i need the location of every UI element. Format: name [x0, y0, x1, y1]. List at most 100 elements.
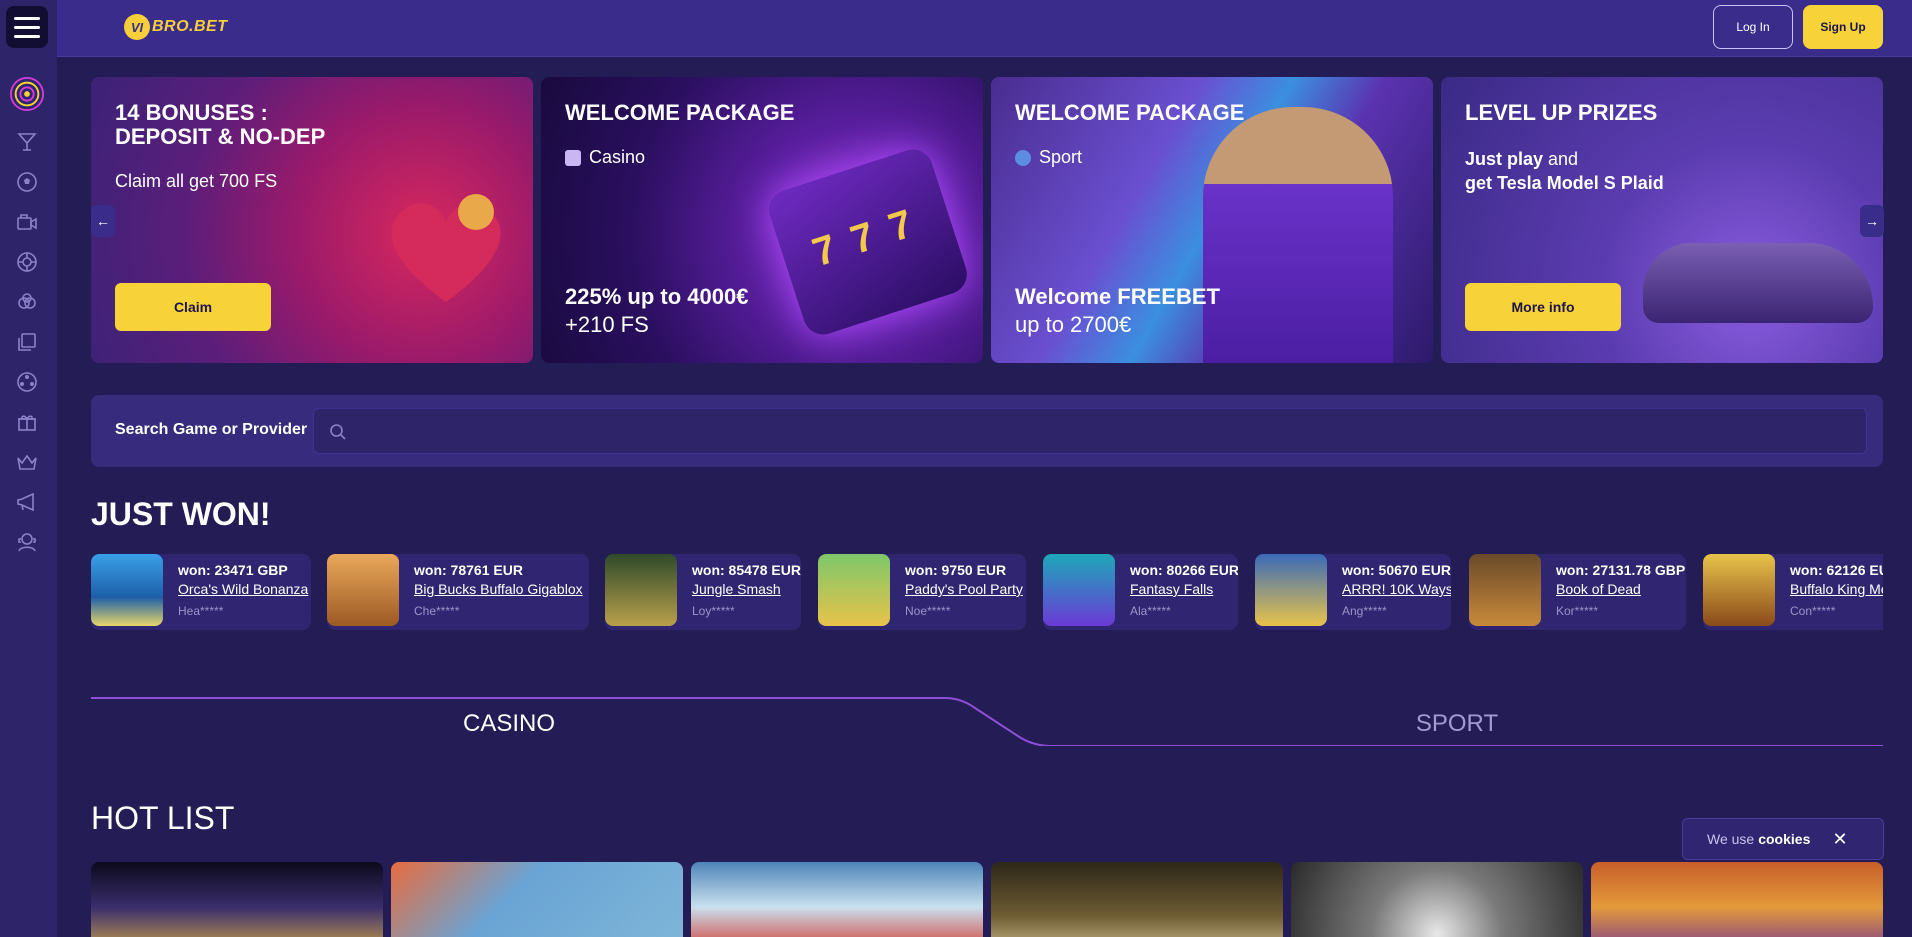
hot-game-card[interactable] — [991, 862, 1283, 937]
car-illustration — [1643, 243, 1873, 323]
vibro-bet-logo[interactable]: VI BRO.BET — [124, 13, 228, 41]
won-game-link[interactable]: Paddy's Pool Party — [905, 581, 1023, 597]
won-card[interactable]: won: 27131.78 GBP Book of Dead Kor***** — [1469, 554, 1686, 630]
hot-list-title: HOT LIST — [91, 800, 235, 836]
won-card[interactable]: won: 50670 EUR ARRR! 10K Ways Ang***** — [1255, 554, 1451, 630]
cookie-text: We use — [1707, 831, 1755, 847]
tv-camera-icon-graphic — [17, 214, 37, 230]
won-user: Kor***** — [1556, 604, 1599, 618]
cookie-link[interactable]: cookies — [1758, 831, 1810, 847]
hot-game-card[interactable] — [1291, 862, 1583, 937]
carousel-prev-button[interactable]: ← — [91, 205, 115, 237]
game-thumbnail — [91, 554, 163, 626]
banner-tag-label: Sport — [1039, 147, 1083, 167]
banner-subtitle: Just play and get Tesla Model S Plaid — [1465, 147, 1664, 195]
banner-welcome-sport[interactable]: WELCOME PACKAGE Sport Welcome FREEBET up… — [991, 77, 1433, 363]
banner-offer: Welcome FREEBET up to 2700€ — [1015, 283, 1220, 339]
menu-line — [14, 16, 40, 20]
megaphone-icon-graphic — [17, 492, 34, 512]
search-section: Search Game or Provider — [91, 395, 1883, 467]
game-thumbnail — [1469, 554, 1541, 626]
heart-illustration — [391, 194, 501, 302]
banner-offer-line: +210 FS — [565, 312, 649, 337]
game-thumbnail — [1703, 554, 1775, 626]
casino-sport-tabs: CASINO SPORT — [91, 690, 1883, 746]
won-card[interactable]: won: 78761 EUR Big Bucks Buffalo Gigablo… — [327, 554, 589, 630]
won-game-link[interactable]: Orca's Wild Bonanza — [178, 581, 308, 597]
banner-title: WELCOME PACKAGE — [565, 100, 795, 125]
carousel-next-button[interactable]: → — [1860, 205, 1884, 237]
won-game-link[interactable]: Jungle Smash — [692, 581, 781, 597]
won-game-link[interactable]: ARRR! 10K Ways — [1342, 581, 1451, 597]
hamburger-menu-button[interactable] — [6, 6, 48, 48]
won-game-link[interactable]: Big Bucks Buffalo Gigablox — [414, 581, 583, 597]
football-player-illustration — [1203, 107, 1393, 363]
cocktail-icon[interactable] — [9, 124, 45, 160]
roulette-icon-graphic — [17, 252, 37, 272]
won-user: Con***** — [1790, 604, 1836, 618]
wheel-icon[interactable] — [9, 364, 45, 400]
hot-game-card[interactable] — [1591, 862, 1883, 937]
banner-level-up[interactable]: LEVEL UP PRIZES Just play and get Tesla … — [1441, 77, 1883, 363]
layers-icon[interactable] — [9, 324, 45, 360]
won-amount: won: 50670 EUR — [1342, 562, 1451, 578]
close-icon[interactable]: ✕ — [1831, 830, 1849, 848]
won-card[interactable]: won: 23471 GBP Orca's Wild Bonanza Hea**… — [91, 554, 311, 630]
banner-subtitle-rest: and — [1543, 149, 1579, 169]
won-amount: won: 85478 EUR — [692, 562, 801, 578]
hot-game-card[interactable] — [391, 862, 683, 937]
won-user: Hea***** — [178, 604, 224, 618]
won-amount: won: 23471 GBP — [178, 562, 288, 578]
won-game-link[interactable]: Book of Dead — [1556, 581, 1641, 597]
banner-welcome-casino[interactable]: 777 WELCOME PACKAGE Casino 225% up to 40… — [541, 77, 983, 363]
roulette-icon[interactable] — [9, 244, 45, 280]
search-icon — [330, 424, 346, 440]
support-icon-graphic — [18, 533, 36, 552]
megaphone-icon[interactable] — [9, 484, 45, 520]
banner-tag: Sport — [1015, 147, 1082, 168]
banner-bonuses[interactable]: 14 BONUSES : DEPOSIT & NO-DEP Claim all … — [91, 77, 533, 363]
banner-title: WELCOME PACKAGE — [1015, 100, 1245, 125]
hot-game-card[interactable] — [91, 862, 383, 937]
hot-game-card[interactable] — [691, 862, 983, 937]
slot-machine-illustration: 777 — [763, 144, 973, 340]
claim-button[interactable]: Claim — [115, 283, 271, 331]
crown-icon[interactable] — [9, 444, 45, 480]
won-card[interactable]: won: 62126 EUR Buffalo King Megaways Con… — [1703, 554, 1883, 630]
tv-camera-icon[interactable] — [9, 204, 45, 240]
gift-icon-graphic — [18, 415, 36, 431]
target-icon[interactable] — [9, 76, 45, 112]
search-input[interactable] — [313, 408, 1867, 454]
soccer-ball-icon[interactable] — [9, 164, 45, 200]
banner-offer-line: up to 2700€ — [1015, 312, 1132, 337]
support-icon[interactable] — [9, 524, 45, 560]
cards-icon[interactable] — [9, 284, 45, 320]
tab-casino[interactable]: CASINO — [91, 710, 927, 738]
banner-subtitle-line: Just play and — [1465, 147, 1664, 171]
gift-icon[interactable] — [9, 404, 45, 440]
won-game-link[interactable]: Fantasy Falls — [1130, 581, 1213, 597]
won-card[interactable]: won: 80266 EUR Fantasy Falls Ala***** — [1043, 554, 1238, 630]
banner-title-line: DEPOSIT & NO-DEP — [115, 124, 326, 149]
banner-title: 14 BONUSES : DEPOSIT & NO-DEP — [115, 101, 325, 149]
tab-sport[interactable]: SPORT — [1031, 710, 1883, 738]
won-card[interactable]: won: 9750 EUR Paddy's Pool Party Noe****… — [818, 554, 1026, 630]
top-header: VI BRO.BET Log In Sign Up — [57, 0, 1912, 57]
login-button[interactable]: Log In — [1713, 5, 1793, 49]
won-amount: won: 62126 EUR — [1790, 562, 1883, 578]
won-game-link[interactable]: Buffalo King Megaways — [1790, 581, 1883, 597]
won-amount: won: 80266 EUR — [1130, 562, 1238, 578]
banner-offer-line: Welcome FREEBET — [1015, 284, 1220, 309]
won-user: Ang***** — [1342, 604, 1387, 618]
more-info-button[interactable]: More info — [1465, 283, 1621, 331]
just-won-title: JUST WON! — [91, 496, 271, 532]
logo-mark: VI — [124, 14, 150, 40]
won-card[interactable]: won: 85478 EUR Jungle Smash Loy***** — [605, 554, 801, 630]
won-user: Noe***** — [905, 604, 951, 618]
game-thumbnail — [1255, 554, 1327, 626]
crown-icon-graphic — [17, 454, 37, 470]
banner-title: LEVEL UP PRIZES — [1465, 100, 1658, 125]
cookie-banner: We use cookies ✕ — [1682, 818, 1884, 860]
banner-tag: Casino — [565, 147, 645, 168]
signup-button[interactable]: Sign Up — [1803, 5, 1883, 49]
